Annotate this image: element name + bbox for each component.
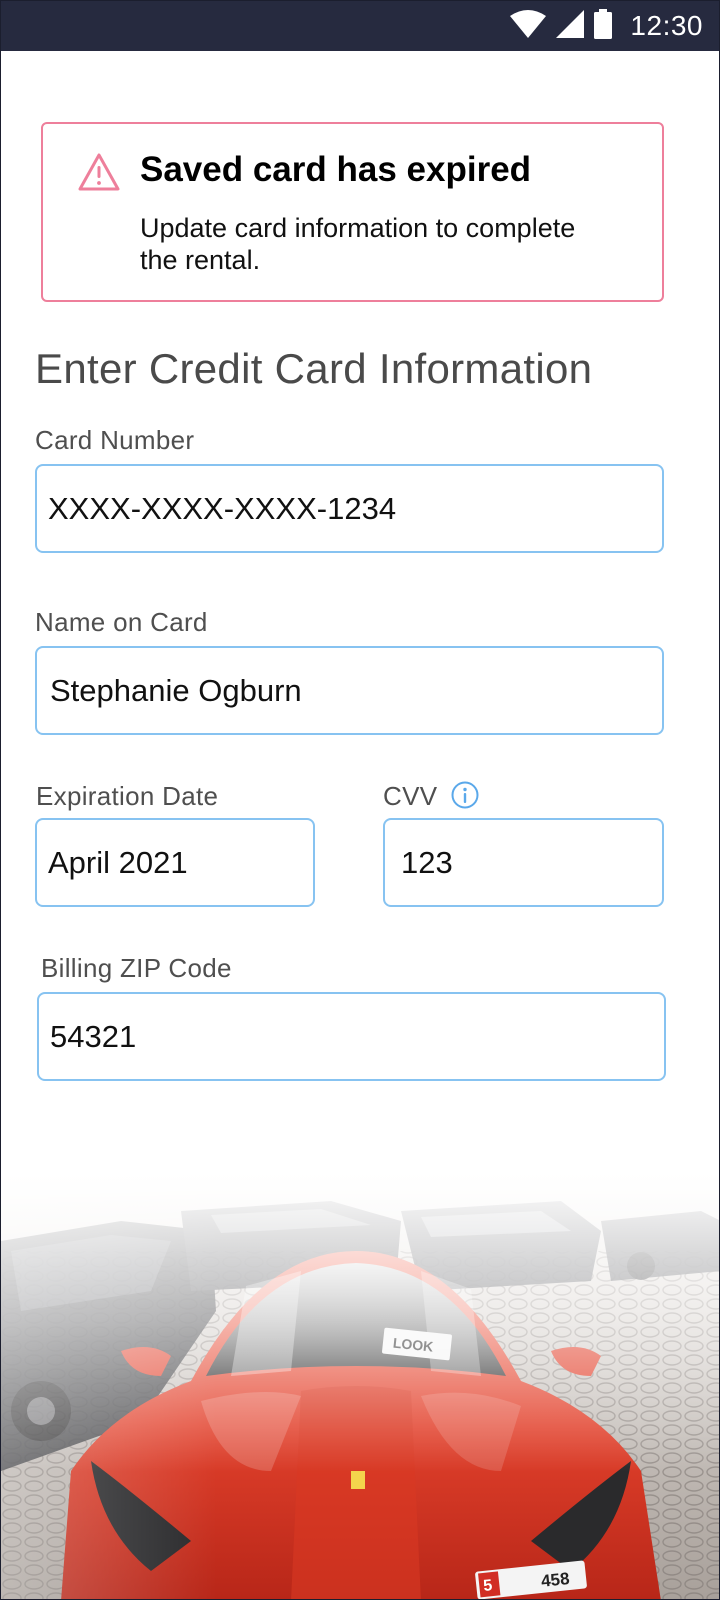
alert-message-line: the rental. [140,245,261,275]
alert-title: Saved card has expired [140,150,532,189]
cvv-value: 123 [401,844,453,880]
cvv-label-group: CVV [383,781,479,812]
alert-message: Update card information to complete the … [140,212,650,276]
cell-signal-icon [556,9,585,43]
expiration-date-value: April 2021 [48,844,188,880]
card-number-label: Card Number [35,425,195,455]
billing-zip-value: 54321 [50,1018,137,1054]
card-number-field[interactable]: XXXX-XXXX-XXXX-1234 [35,464,664,553]
name-on-card-field[interactable]: Stephanie Ogburn [35,646,664,735]
alert-message-line: Update card information to complete [140,213,576,243]
name-on-card-value: Stephanie Ogburn [50,672,302,708]
name-on-card-label: Name on Card [35,607,208,637]
hero-car-image: LOOK 5 458 [1,1171,719,1599]
wifi-icon [510,9,547,43]
status-icons: 12:30 [510,1,703,51]
info-icon[interactable] [451,781,479,809]
cvv-label: CVV [383,781,438,811]
battery-icon [594,8,613,44]
billing-zip-field[interactable]: 54321 [37,992,666,1081]
expiration-date-field[interactable]: April 2021 [35,818,315,907]
expiration-date-label: Expiration Date [36,781,219,811]
billing-zip-label: Billing ZIP Code [41,953,232,983]
status-bar: 12:30 [1,1,719,51]
expired-card-alert: Saved card has expired Update card infor… [41,122,664,302]
page-title: Enter Credit Card Information [35,345,593,392]
card-number-value: XXXX-XXXX-XXXX-1234 [48,490,397,526]
status-time: 12:30 [630,10,703,41]
cvv-field[interactable]: 123 [383,818,664,907]
app-screen: 12:30 Saved card has expired Update card… [0,0,720,1600]
warning-triangle-icon [77,152,121,192]
